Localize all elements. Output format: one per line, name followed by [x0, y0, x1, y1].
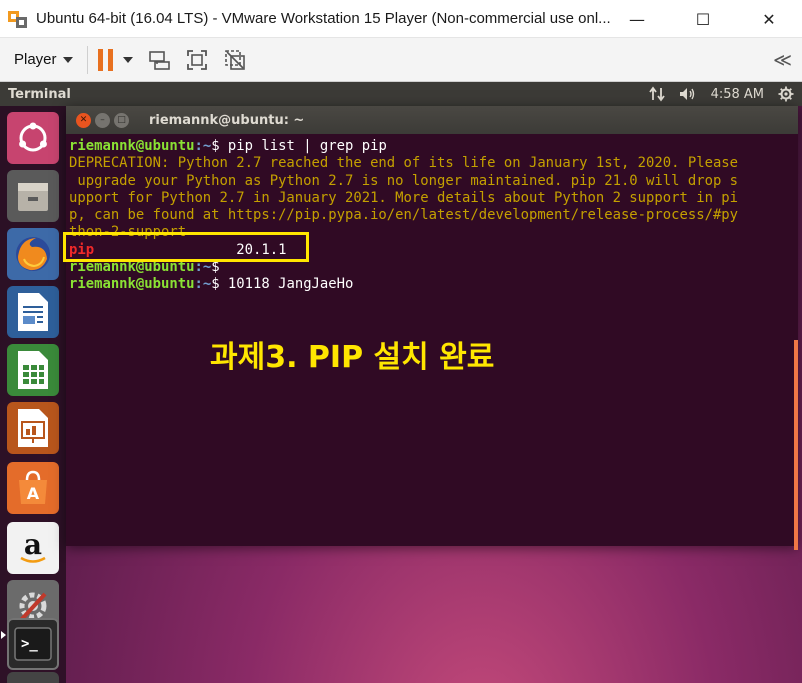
impress-icon[interactable]: [7, 402, 59, 454]
player-menu-button[interactable]: Player: [14, 51, 73, 68]
chevron-down-icon: [62, 56, 73, 63]
prompt-user: riemannk@ubuntu: [69, 276, 195, 293]
terminal-output[interactable]: riemannk@ubuntu:~$ pip list | grep pip D…: [66, 134, 798, 294]
deprecation-line: upgrade your Python as Python 2.7 is no …: [69, 172, 739, 189]
software-center-icon[interactable]: A: [7, 462, 59, 514]
calc-icon[interactable]: [7, 344, 59, 396]
prompt-sign: $: [211, 138, 228, 154]
window-controls: — ☐ ✕: [604, 0, 802, 38]
clock[interactable]: 4:58 AM: [711, 87, 764, 102]
deprecation-line: upport for Python 2.7 in January 2021. M…: [69, 189, 739, 206]
collapse-icon[interactable]: ≪: [773, 50, 792, 71]
terminal-maximize-button[interactable]: □: [114, 112, 129, 128]
prompt-sign: $: [211, 276, 228, 293]
window-titlebar: Ubuntu 64-bit (16.04 LTS) - VMware Works…: [0, 0, 802, 38]
overlay-caption: 과제3. PIP 설치 완료: [210, 340, 495, 375]
pause-icon[interactable]: [97, 48, 113, 71]
terminal-scrollbar[interactable]: [794, 340, 798, 550]
deprecation-line: DEPRECATION: Python 2.7 reached the end …: [69, 155, 739, 172]
player-menu-label: Player: [14, 51, 57, 68]
volume-icon[interactable]: [679, 86, 697, 102]
extra-icon[interactable]: [7, 672, 59, 683]
panel-indicators: 4:58 AM: [648, 82, 794, 106]
svg-text:>_: >_: [21, 636, 38, 652]
writer-icon[interactable]: [7, 286, 59, 338]
vmware-app-icon: [8, 9, 30, 29]
dropdown-icon[interactable]: [122, 56, 133, 63]
prompt-path: :~: [194, 138, 212, 154]
vmware-toolbar: Player ≪: [0, 38, 802, 82]
amazon-icon[interactable]: a: [7, 522, 59, 574]
panel-app-name: Terminal: [8, 86, 71, 102]
terminal-minimize-button[interactable]: –: [95, 112, 110, 128]
settings-gear-icon[interactable]: [778, 86, 794, 102]
close-button[interactable]: ✕: [736, 0, 802, 38]
prompt-path: :~: [194, 276, 212, 293]
ubuntu-top-panel: Terminal 4:58 AM: [0, 82, 802, 106]
files-icon[interactable]: [7, 170, 59, 222]
minimize-button[interactable]: —: [604, 0, 670, 38]
window-title: Ubuntu 64-bit (16.04 LTS) - VMware Works…: [36, 10, 611, 27]
deprecation-line: p, can be found at https://pip.pypa.io/e…: [69, 207, 739, 224]
maximize-button[interactable]: ☐: [670, 0, 736, 38]
terminal-window[interactable]: ✕ – □ riemannk@ubuntu: ~ riemannk@ubuntu…: [66, 106, 798, 550]
terminal-line: riemannk@ubuntu:~$ pip list | grep pip: [69, 138, 798, 155]
highlight-box: [63, 232, 309, 262]
terminal-title: riemannk@ubuntu: ~: [149, 112, 305, 128]
svg-text:A: A: [27, 484, 40, 503]
running-indicator: [1, 631, 6, 639]
svg-text:a: a: [24, 528, 42, 561]
dash-icon[interactable]: [7, 112, 59, 164]
unity-icon[interactable]: [223, 48, 247, 72]
toolbar-divider: [86, 45, 88, 74]
firefox-icon[interactable]: [7, 228, 59, 280]
terminal-icon[interactable]: >_: [7, 618, 59, 670]
command-text: 10118 JangJaeHo: [227, 276, 354, 293]
command-text: pip list | grep pip: [227, 138, 387, 154]
unity-launcher: A a >_: [0, 106, 66, 683]
prompt-user: riemannk@ubuntu: [69, 138, 195, 154]
terminal-close-button[interactable]: ✕: [76, 112, 91, 128]
network-icon[interactable]: [648, 86, 665, 102]
send-ctrl-alt-del-icon[interactable]: [147, 48, 171, 72]
terminal-titlebar: ✕ – □ riemannk@ubuntu: ~: [66, 106, 798, 134]
terminal-line: riemannk@ubuntu:~$ 10118 JangJaeHo: [69, 276, 798, 293]
fit-guest-icon[interactable]: [185, 48, 209, 72]
